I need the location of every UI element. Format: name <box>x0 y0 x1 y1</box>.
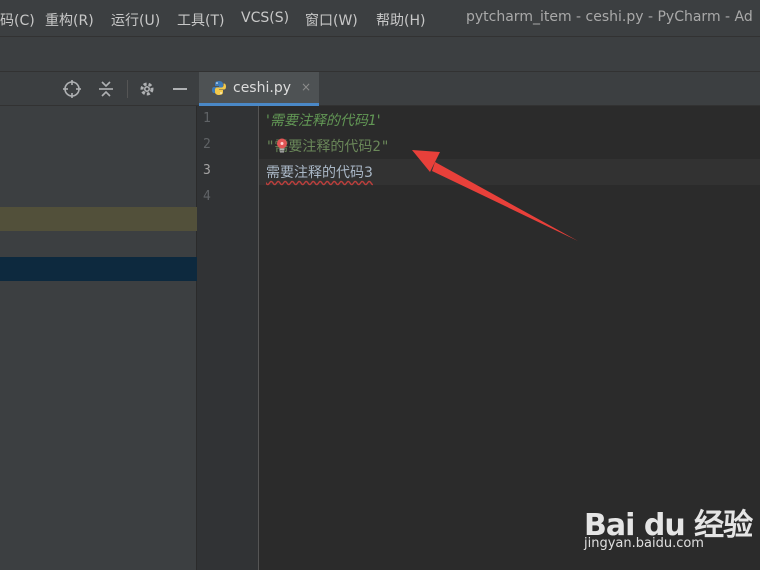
minimize-icon[interactable] <box>170 79 190 99</box>
project-tree-row-selected[interactable] <box>0 257 197 281</box>
tab-ceshi-py[interactable]: ceshi.py × <box>199 72 319 106</box>
collapse-icon[interactable] <box>96 79 116 99</box>
menu-bar: 码(C) 重构(R) 运行(U) 工具(T) VCS(S) 窗口(W) 帮助(H… <box>0 0 760 37</box>
window-title: pytcharm_item - ceshi.py - PyCharm - Ad <box>466 9 753 25</box>
menu-tools[interactable]: 工具(T) <box>177 10 224 30</box>
project-panel <box>0 72 197 570</box>
line-number-current: 3 <box>203 163 211 178</box>
menu-refactor[interactable]: 重构(R) <box>45 10 94 30</box>
gear-icon[interactable] <box>137 79 157 99</box>
line-number: 4 <box>203 189 211 204</box>
editor-tab-bar: ceshi.py × <box>197 72 760 106</box>
line-number: 2 <box>203 137 211 152</box>
lightbulb-icon[interactable] <box>275 137 289 155</box>
close-icon[interactable]: × <box>301 80 311 94</box>
code-line-1[interactable]: '需要注释的代码1' <box>266 110 381 130</box>
line-number: 1 <box>203 111 211 126</box>
code-line-3[interactable]: 需要注释的代码3 <box>266 162 373 182</box>
python-file-icon <box>211 80 227 96</box>
menu-code[interactable]: 码(C) <box>0 10 35 30</box>
menu-run[interactable]: 运行(U) <box>111 10 160 30</box>
project-tree-row-highlighted[interactable] <box>0 207 197 231</box>
project-panel-header <box>0 72 197 106</box>
line-number-gutter: 1 2 3 4 <box>197 106 259 570</box>
menu-vcs[interactable]: VCS(S) <box>241 10 289 26</box>
watermark-url: jingyan.baidu.com <box>584 536 704 551</box>
header-divider <box>127 80 128 98</box>
baidu-watermark: Bai du 经验 jingyan.baidu.com <box>584 488 754 558</box>
tab-label: ceshi.py <box>233 80 291 96</box>
navigation-toolbar <box>0 37 760 72</box>
menu-help[interactable]: 帮助(H) <box>376 10 425 30</box>
crosshair-icon[interactable] <box>62 79 82 99</box>
menu-window[interactable]: 窗口(W) <box>305 10 358 30</box>
